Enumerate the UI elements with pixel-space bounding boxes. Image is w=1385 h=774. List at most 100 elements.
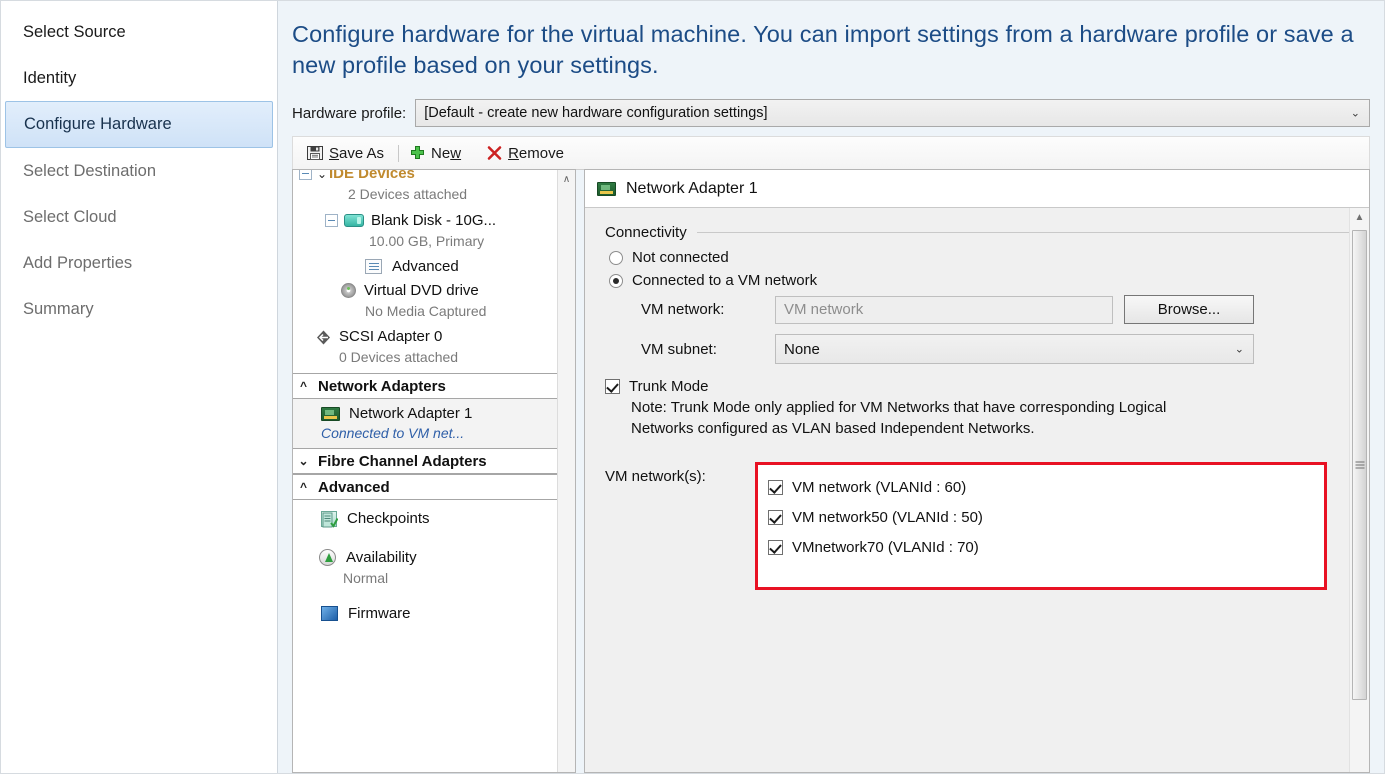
toolbar-divider bbox=[398, 145, 399, 162]
floppy-disk-icon bbox=[306, 144, 324, 162]
tree-group-network-adapters[interactable]: ^ Network Adapters bbox=[293, 373, 557, 399]
scsi-icon bbox=[315, 329, 331, 345]
tree-row-firmware[interactable]: Firmware bbox=[293, 603, 557, 624]
vm-subnet-value: None bbox=[784, 341, 820, 358]
tree-label: Availability bbox=[346, 548, 417, 567]
vm-network-list-item[interactable]: VM network50 (VLANId : 50) bbox=[768, 503, 1314, 533]
vm-network-item-label: VMnetwork70 (VLANId : 70) bbox=[792, 539, 979, 556]
browse-button[interactable]: Browse... bbox=[1124, 295, 1254, 324]
browse-label: Browse... bbox=[1158, 301, 1221, 318]
trunk-mode-note: Note: Trunk Mode only applied for VM Net… bbox=[631, 397, 1191, 440]
tree-label: Advanced bbox=[392, 257, 459, 276]
chevron-down-icon: ⌄ bbox=[315, 169, 329, 181]
network-adapter-icon bbox=[597, 182, 616, 196]
scrollbar-thumb[interactable] bbox=[1352, 230, 1367, 700]
network-adapter-icon bbox=[321, 407, 340, 421]
tree-row-ide-devices[interactable]: ⌄ IDE Devices bbox=[293, 169, 557, 184]
tree-sub-virtual-dvd: No Media Captured bbox=[293, 301, 557, 322]
tree-row-advanced-disk[interactable]: Advanced bbox=[293, 256, 557, 277]
tree-sub-availability: Normal bbox=[293, 568, 557, 589]
tree-row-network-adapter-1[interactable]: Network Adapter 1 Connected to VM net... bbox=[293, 399, 557, 448]
detail-panel-header: Network Adapter 1 bbox=[585, 170, 1369, 208]
dvd-icon bbox=[341, 283, 356, 298]
chevron-down-icon: ⌄ bbox=[1351, 107, 1360, 120]
trunk-mode-label: Trunk Mode bbox=[629, 378, 708, 395]
sidebar-item-select-source[interactable]: Select Source bbox=[1, 9, 277, 55]
remove-label: Remove bbox=[508, 145, 564, 162]
vm-network-list-item[interactable]: VMnetwork70 (VLANId : 70) bbox=[768, 533, 1314, 563]
tree-row-scsi-adapter[interactable]: SCSI Adapter 0 bbox=[293, 326, 557, 347]
tree-row-checkpoints[interactable]: Checkpoints bbox=[293, 508, 557, 529]
new-button[interactable]: New bbox=[405, 143, 469, 164]
radio-icon[interactable] bbox=[609, 251, 623, 265]
sidebar-item-label: Summary bbox=[23, 300, 94, 318]
save-as-label: Save As bbox=[329, 145, 384, 162]
sidebar-item-select-destination[interactable]: Select Destination bbox=[1, 148, 277, 194]
tree-sublabel: 0 Devices attached bbox=[339, 348, 458, 367]
tree-sub-scsi-adapter: 0 Devices attached bbox=[293, 347, 557, 368]
wizard-navigation: Select Source Identity Configure Hardwar… bbox=[1, 1, 278, 773]
vm-network-list-item[interactable]: VM network (VLANId : 60) bbox=[768, 473, 1314, 503]
scroll-up-icon[interactable]: ▲ bbox=[1350, 208, 1369, 227]
save-as-button[interactable]: Save As bbox=[302, 142, 392, 164]
tree-group-label: Fibre Channel Adapters bbox=[318, 453, 487, 470]
radio-not-connected[interactable]: Not connected bbox=[609, 249, 1349, 266]
hardware-tree-list: ⌄ IDE Devices 2 Devices attached Blank D… bbox=[293, 169, 557, 772]
checkpoints-icon bbox=[321, 511, 337, 527]
detail-scrollbar[interactable]: ▲ bbox=[1349, 208, 1369, 772]
x-icon bbox=[486, 145, 503, 162]
radio-selected-icon[interactable] bbox=[609, 274, 623, 288]
connectivity-label: Connectivity bbox=[605, 224, 687, 241]
connectivity-group-title: Connectivity bbox=[605, 224, 1349, 241]
tree-label: IDE Devices bbox=[329, 169, 415, 183]
sidebar-item-summary[interactable]: Summary bbox=[1, 286, 277, 332]
hardware-tree: ⌄ IDE Devices 2 Devices attached Blank D… bbox=[292, 169, 576, 773]
vm-network-item-label: VM network50 (VLANId : 50) bbox=[792, 509, 983, 526]
profile-toolbar: Save As New Remove bbox=[292, 136, 1370, 169]
vm-network-checkbox[interactable] bbox=[768, 540, 783, 555]
page-title: Configure hardware for the virtual machi… bbox=[288, 15, 1370, 81]
vm-network-checkbox[interactable] bbox=[768, 510, 783, 525]
scroll-up-icon[interactable]: ∧ bbox=[558, 170, 575, 189]
detail-panel-body: Connectivity Not connected Connected to … bbox=[585, 208, 1369, 772]
sidebar-item-add-properties[interactable]: Add Properties bbox=[1, 240, 277, 286]
hardware-profile-value: [Default - create new hardware configura… bbox=[424, 105, 767, 121]
tree-group-label: Network Adapters bbox=[318, 378, 446, 395]
tree-group-fibre-channel-adapters[interactable]: ⌄ Fibre Channel Adapters bbox=[293, 448, 557, 474]
sidebar-item-configure-hardware[interactable]: Configure Hardware bbox=[5, 101, 273, 148]
hardware-profile-label: Hardware profile: bbox=[292, 105, 406, 122]
tree-row-blank-disk[interactable]: Blank Disk - 10G... bbox=[293, 210, 557, 231]
radio-connected-to-vm-network[interactable]: Connected to a VM network bbox=[609, 272, 1349, 289]
tree-group-advanced[interactable]: ^ Advanced bbox=[293, 474, 557, 500]
hardware-profile-select[interactable]: [Default - create new hardware configura… bbox=[415, 99, 1370, 127]
group-divider bbox=[697, 232, 1349, 233]
vm-network-checkbox[interactable] bbox=[768, 480, 783, 495]
sidebar-item-label: Configure Hardware bbox=[24, 115, 172, 133]
tree-row-virtual-dvd[interactable]: Virtual DVD drive bbox=[293, 280, 557, 301]
collapse-toggle-icon[interactable] bbox=[299, 169, 312, 180]
new-label: New bbox=[431, 145, 461, 162]
advanced-icon bbox=[365, 259, 382, 274]
remove-button[interactable]: Remove bbox=[482, 143, 572, 164]
trunk-mode-checkbox[interactable] bbox=[605, 379, 620, 394]
sidebar-item-identity[interactable]: Identity bbox=[1, 55, 277, 101]
tree-sublabel: Connected to VM net... bbox=[321, 425, 464, 441]
tree-sub-ide-devices: 2 Devices attached bbox=[293, 184, 557, 205]
tree-sublabel: 10.00 GB, Primary bbox=[369, 232, 484, 251]
chevron-up-icon: ^ bbox=[297, 379, 310, 393]
vm-network-input[interactable]: VM network bbox=[775, 296, 1113, 324]
tree-scrollbar[interactable]: ∧ bbox=[557, 170, 575, 772]
sidebar-item-label: Select Cloud bbox=[23, 208, 117, 226]
plus-icon bbox=[409, 145, 426, 162]
sidebar-item-label: Select Source bbox=[23, 23, 126, 41]
vm-network-label: VM network: bbox=[641, 301, 775, 318]
network-adapter-detail-panel: Network Adapter 1 Connectivity Not conne… bbox=[584, 169, 1370, 773]
trunk-mode-checkbox-row[interactable]: Trunk Mode bbox=[605, 378, 1349, 395]
vm-subnet-select[interactable]: None ⌄ bbox=[775, 334, 1254, 364]
vm-subnet-field-row: VM subnet: None ⌄ bbox=[641, 334, 1349, 364]
sidebar-item-select-cloud[interactable]: Select Cloud bbox=[1, 194, 277, 240]
tree-sublabel: No Media Captured bbox=[365, 302, 486, 321]
firmware-icon bbox=[321, 606, 338, 621]
tree-row-availability[interactable]: Availability bbox=[293, 547, 557, 568]
expand-toggle-icon[interactable] bbox=[325, 214, 338, 227]
